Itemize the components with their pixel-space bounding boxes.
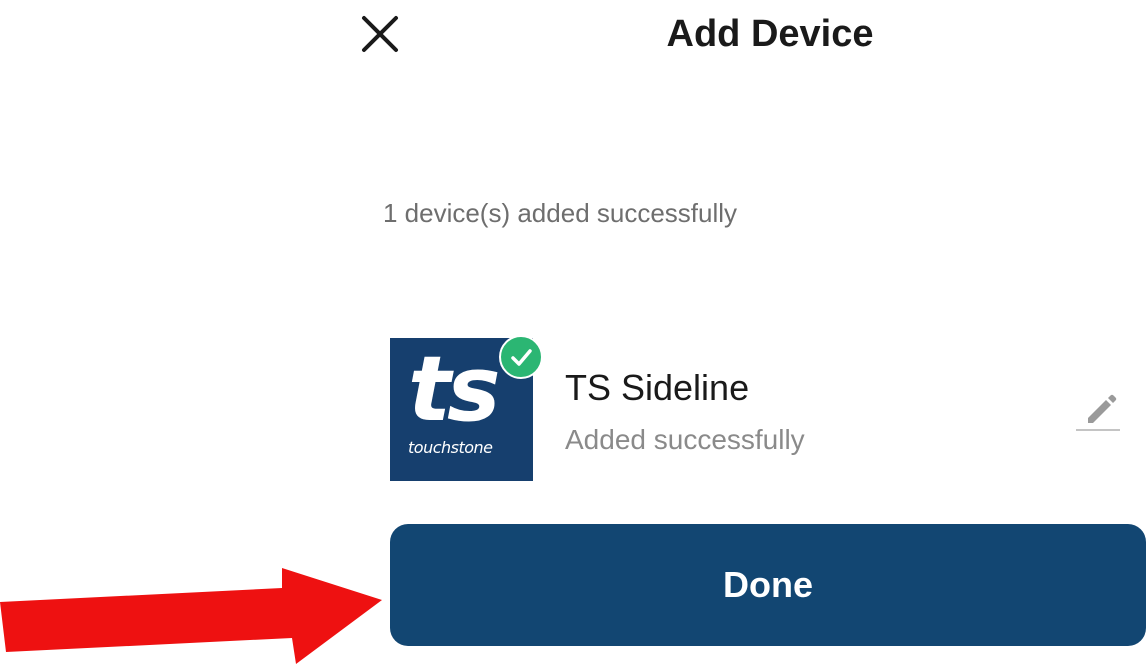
check-badge [499, 335, 543, 379]
pencil-icon [1076, 394, 1120, 431]
check-icon [511, 349, 532, 366]
device-logo: ts touchstone [390, 335, 543, 481]
red-arrow-icon [0, 568, 382, 664]
device-status: Added successfully [565, 424, 805, 455]
close-icon [362, 16, 398, 52]
logo-wordmark: touchstone [408, 438, 493, 457]
edit-device-button[interactable] [1074, 384, 1124, 434]
add-device-screen: Add Device 1 device(s) added successfull… [0, 0, 1146, 664]
device-name: TS Sideline [565, 367, 750, 408]
success-summary: 1 device(s) added successfully [382, 198, 738, 228]
page-title: Add Device [666, 13, 874, 55]
close-button[interactable] [358, 12, 402, 56]
device-item[interactable]: ts touchstone TS Sideline Added successf… [390, 335, 1130, 482]
done-button[interactable]: Done [390, 524, 1146, 646]
logo-mark: ts [408, 337, 501, 442]
